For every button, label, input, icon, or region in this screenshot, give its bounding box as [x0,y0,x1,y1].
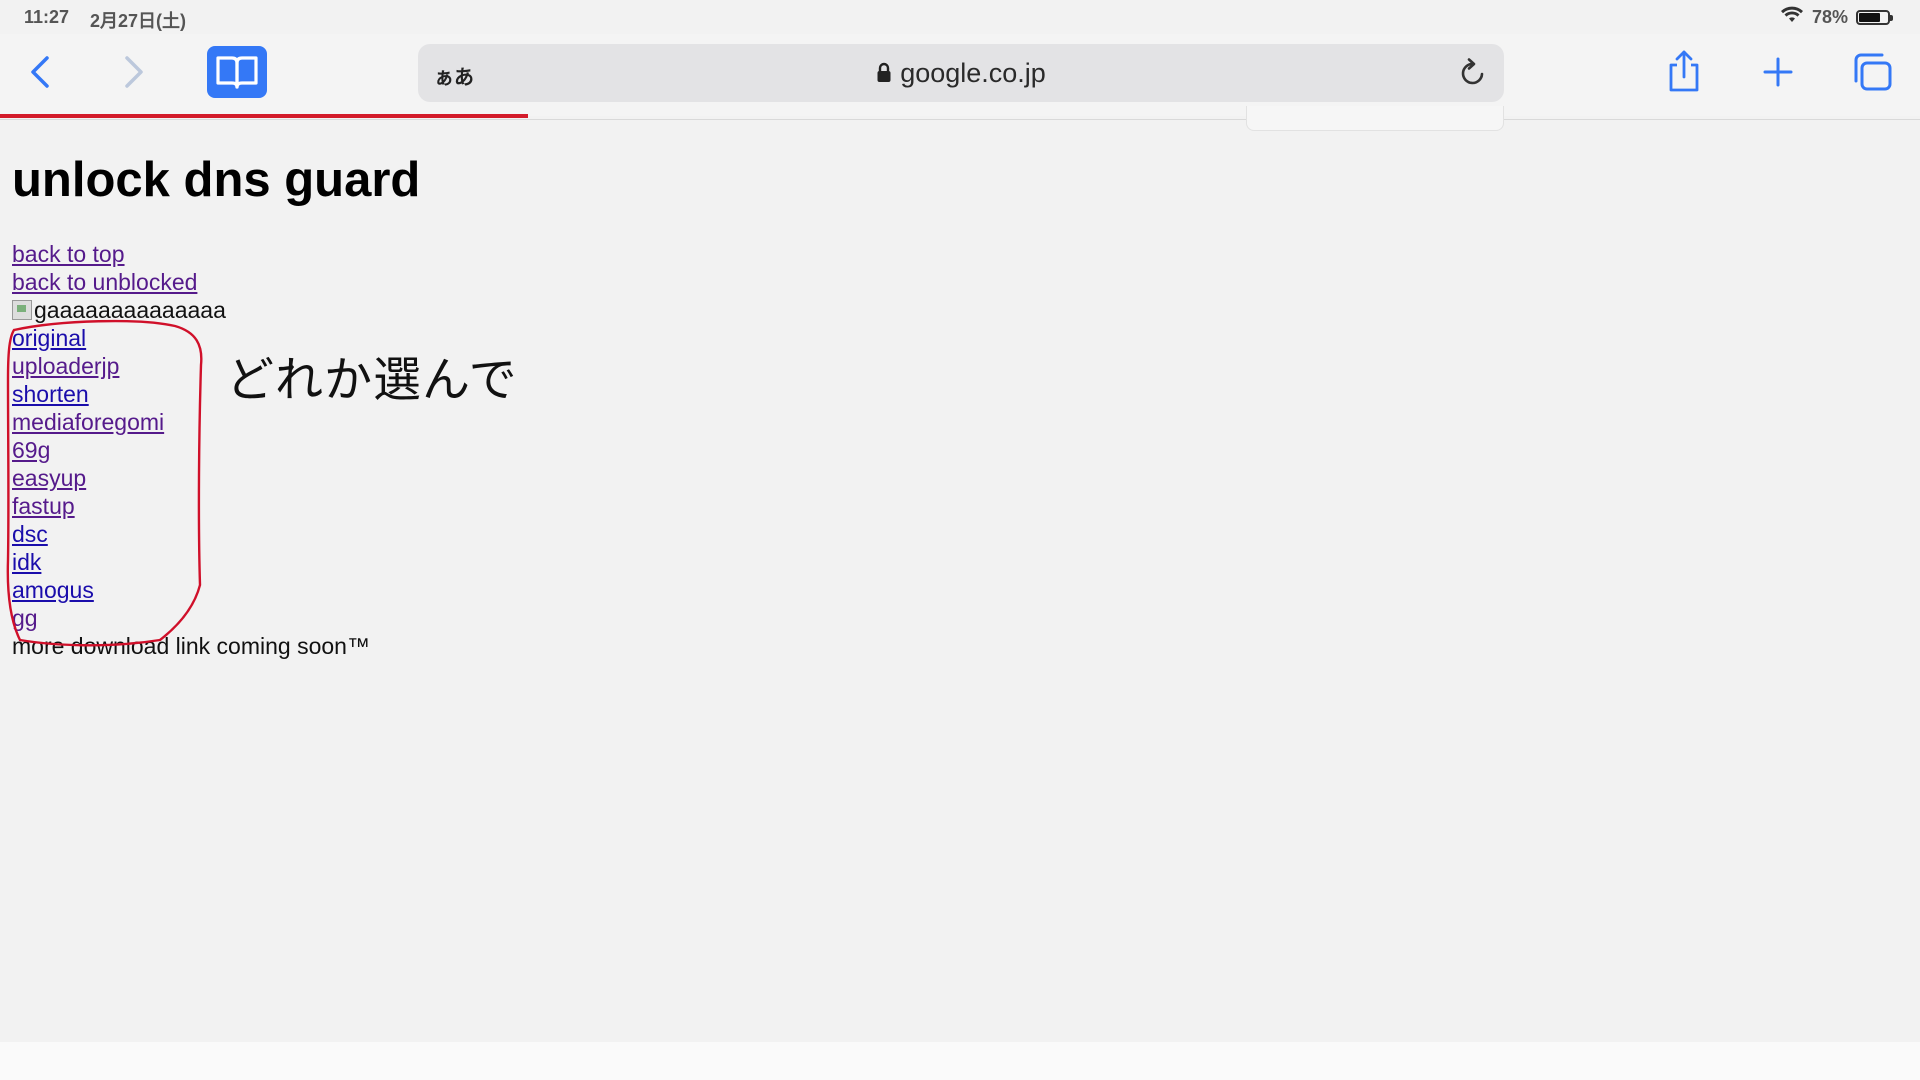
image-alt-text: gaaaaaaaaaaaaaa [34,297,226,323]
tab-overview-button[interactable] [1848,48,1896,96]
download-link-mediaforegomi[interactable]: mediaforegomi [12,408,370,436]
forward-button[interactable] [114,48,154,96]
web-page-content: unlock dns guard back to top back to unb… [12,148,1892,659]
browser-toolbar: ぁあ google.co.jp [0,34,1920,116]
status-time: 11:27 [24,7,70,27]
coming-soon-text: more download link coming soon™ [12,633,370,659]
back-button[interactable] [20,48,60,96]
download-link-dsc[interactable]: dsc [12,520,370,548]
plus-icon [1763,57,1793,87]
broken-image: gaaaaaaaaaaaaaa [12,296,370,324]
tabs-icon [1854,53,1892,91]
battery-fill [1859,13,1881,22]
download-link-amogus[interactable]: amogus [12,576,370,604]
status-bar: 11:27 2月27日(土) 78% [0,0,1920,34]
download-link-fastup[interactable]: fastup [12,492,370,520]
ipad-safari-screen: 11:27 2月27日(土) 78% ぁあ google.co.jp unloc… [0,0,1920,1080]
new-tab-button[interactable] [1756,48,1800,96]
download-link-69g[interactable]: 69g [12,436,370,464]
page-load-progress [0,114,1920,118]
download-link-idk[interactable]: idk [12,548,370,576]
reload-button[interactable] [1456,56,1490,90]
annotation-text: どれか選んで [226,352,518,408]
status-date: 2月27日(土) [90,11,187,31]
download-link-easyup[interactable]: easyup [12,464,370,492]
page-body: back to top back to unblocked gaaaaaaaaa… [12,240,370,660]
bottom-safe-area [0,1042,1920,1080]
battery-percent: 78% [1811,7,1848,27]
lock-icon [876,60,892,91]
open-book-icon [216,56,258,89]
battery-icon [1856,10,1893,25]
page-title: unlock dns guard [12,153,421,207]
find-bar-remnant [1246,106,1504,131]
back-to-unblocked-link[interactable]: back to unblocked [12,268,370,296]
url-display[interactable]: google.co.jp [418,58,1504,91]
chevron-left-icon [31,56,49,88]
wifi-icon [1780,6,1804,29]
toolbar-divider [0,119,1920,120]
chevron-right-icon [125,56,143,88]
sidebar-bookmarks-button[interactable] [207,46,267,98]
page-load-progress-fill [0,114,528,118]
status-indicators: 78% [1780,6,1893,29]
reload-icon [1461,58,1484,85]
download-link-gg[interactable]: gg [12,604,370,632]
broken-image-icon [12,300,32,320]
share-icon [1669,50,1699,92]
url-text: google.co.jp [900,58,1046,88]
share-button[interactable] [1662,46,1706,96]
address-bar[interactable]: ぁあ google.co.jp [418,44,1504,102]
back-to-top-link[interactable]: back to top [12,240,370,268]
